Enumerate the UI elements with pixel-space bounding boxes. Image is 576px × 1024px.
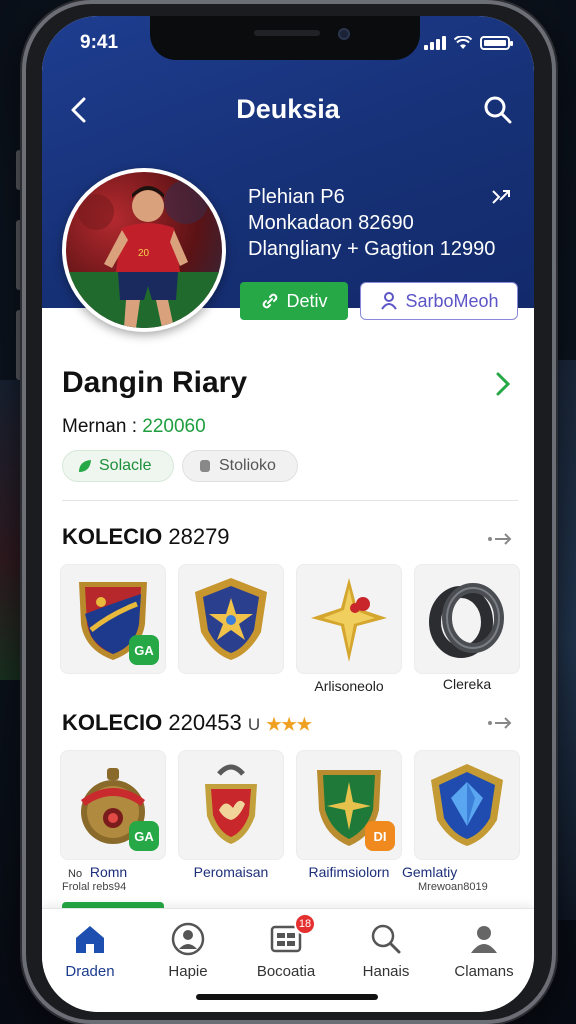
search-button[interactable] — [480, 92, 516, 128]
share-button[interactable] — [490, 186, 512, 208]
item-badge: GA — [129, 635, 159, 665]
member-label: Mernan : — [62, 416, 137, 437]
notification-badge: 18 — [294, 913, 316, 935]
item-badge: DI — [365, 821, 395, 851]
avatar[interactable]: 20 — [62, 168, 226, 332]
chip-stolioko-label: Stolioko — [219, 457, 276, 474]
tab-bocoatia[interactable]: Bocoatia 18 — [238, 913, 334, 980]
page-title: Deuksia — [236, 94, 340, 124]
subscribe-label: SarboMeoh — [405, 290, 499, 311]
collection-item-gold-star[interactable] — [296, 564, 402, 674]
tab-hapie[interactable]: Hapie — [140, 921, 236, 980]
tab-label: Hanais — [362, 963, 410, 980]
profile-line-3: Dlangliany + Gagtion 12990 — [248, 238, 496, 260]
item-label-peromaisan: Peromaisan — [193, 864, 269, 880]
tab-label: Hapie — [168, 963, 208, 980]
collection-item-green-shield[interactable]: DI — [296, 750, 402, 860]
tab-draden[interactable]: Draden — [42, 921, 138, 980]
item-sub-frolal: Frolal rebs94 — [62, 881, 127, 893]
section1-title: KOLECIO 28279 — [62, 524, 230, 550]
collection-item-shield[interactable]: GA — [60, 564, 166, 674]
follow-label: Detiv — [286, 290, 328, 311]
section2-more-button[interactable] — [486, 714, 514, 732]
tab-hanais[interactable]: Hanais — [338, 921, 434, 980]
profile-line-1: Plehian P6 — [248, 186, 345, 208]
profile-line-2: Monkadaon 82690 — [248, 212, 414, 234]
collection-item-ring[interactable] — [414, 564, 520, 674]
section1-count: 28279 — [168, 524, 230, 549]
collection-item-star-shield[interactable] — [178, 564, 284, 674]
profile-info: Plehian P6 Monkadaon 82690 Dlangliany + … — [248, 184, 495, 262]
chip-solacle-label: Solacle — [99, 457, 152, 474]
person-icon — [471, 926, 497, 953]
subscribe-button[interactable]: SarboMeoh — [360, 282, 518, 320]
notch — [150, 16, 420, 60]
chip-stolioko[interactable]: Stolioko — [182, 450, 298, 482]
profile-circle-icon — [171, 922, 205, 956]
section2-count: 220453 — [168, 710, 242, 735]
collection-item-red-crest[interactable] — [178, 750, 284, 860]
section2-suffix: U — [247, 715, 261, 734]
home-indicator — [196, 994, 378, 1000]
star-shield-icon — [195, 578, 267, 660]
item-label-text: Romn — [89, 864, 128, 880]
follow-button[interactable]: Detiv — [240, 282, 348, 320]
home-icon — [76, 926, 104, 953]
tab-label: Draden — [65, 963, 115, 980]
player-name: Dangin Riary — [62, 366, 248, 399]
player-detail-button[interactable] — [492, 370, 514, 398]
wifi-icon — [453, 35, 473, 50]
collection-item-blue-gem[interactable] — [414, 750, 520, 860]
arrow-right-icon — [488, 717, 512, 729]
section1-more-button[interactable] — [486, 530, 514, 548]
divider — [62, 500, 518, 501]
red-crest-icon — [205, 764, 257, 844]
user-icon — [381, 292, 398, 310]
app-screen: 9:41 Deuksia 20 Plehian P6 Monkadaon 826… — [42, 16, 534, 1012]
item-label-raifimsiolorn: Raifimsiolorn — [308, 864, 390, 880]
tab-label: Bocoatia — [256, 963, 316, 980]
item-label-arlisoneolo: Arlisoneolo — [314, 678, 384, 694]
hand-icon — [200, 460, 210, 472]
signal-icon — [424, 36, 446, 50]
member-value: 220060 — [142, 416, 206, 437]
chip-solacle[interactable]: Solacle — [62, 450, 174, 482]
item-label-clereka: Clereka — [442, 676, 492, 692]
share-icon — [492, 190, 510, 204]
item-label-romn: No Romn — [68, 864, 158, 880]
blue-gem-icon — [431, 764, 503, 846]
svg-text:20: 20 — [138, 248, 150, 259]
item-prefix: No — [68, 868, 83, 880]
item-label-gemlatiy: Gemlatiy — [402, 864, 458, 880]
status-icons — [424, 35, 513, 50]
ring-icon — [429, 583, 504, 658]
battery-icon — [480, 36, 513, 50]
search-icon — [371, 924, 401, 954]
tab-label: Clamans — [454, 963, 514, 980]
arrow-right-icon — [488, 533, 512, 545]
leaf-icon — [79, 460, 91, 472]
member-row: Mernan : 220060 — [62, 416, 206, 438]
link-icon — [263, 293, 278, 309]
section1-title-text: KOLECIO — [62, 524, 163, 549]
chevron-right-icon — [496, 372, 511, 396]
search-icon — [484, 96, 512, 124]
item-badge: GA — [129, 821, 159, 851]
player-photo: 20 — [66, 172, 222, 328]
gold-star-icon — [311, 578, 387, 662]
section2-stars: ★★★ — [266, 715, 313, 734]
section2-title: KOLECIO 220453 U ★★★ — [62, 710, 312, 736]
status-time: 9:41 — [80, 32, 119, 53]
collection-item-red-orb[interactable]: GA — [60, 750, 166, 860]
tab-clamans[interactable]: Clamans — [436, 921, 532, 980]
section2-title-text: KOLECIO — [62, 710, 163, 735]
item-sub-mrewoan: Mrewoan8019 — [418, 881, 488, 893]
